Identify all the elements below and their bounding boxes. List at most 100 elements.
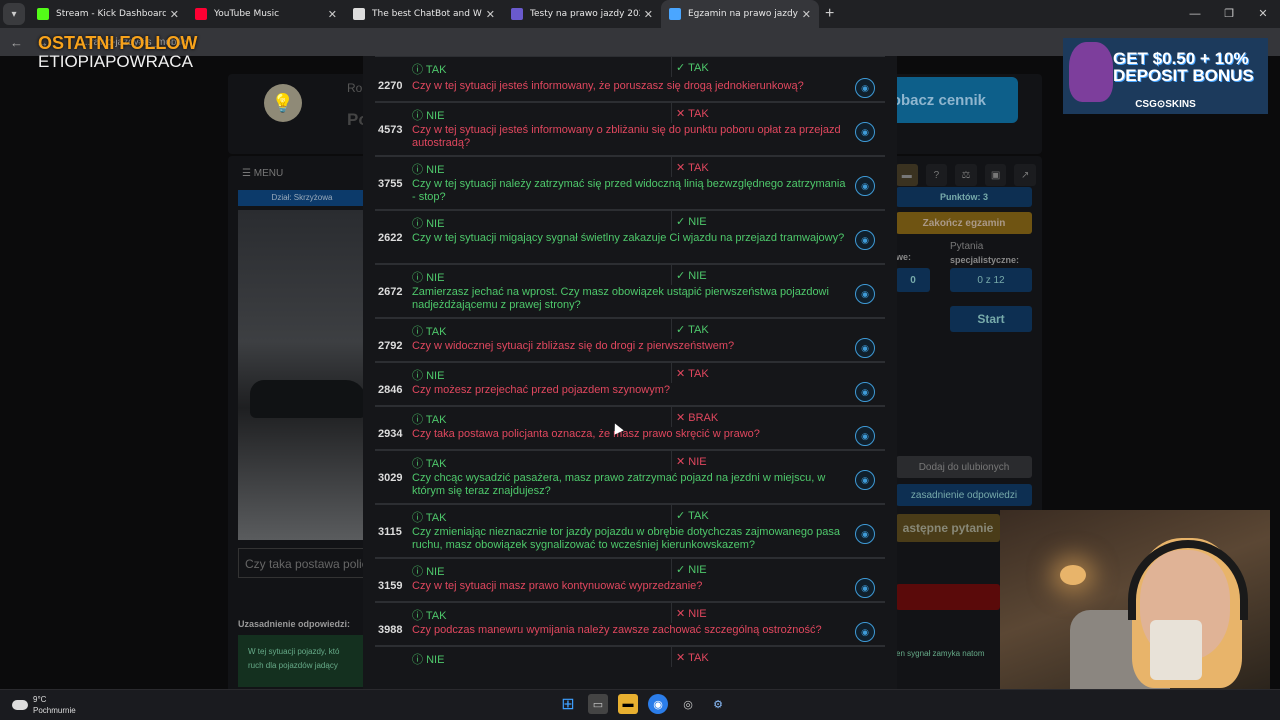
obs-icon[interactable]: ◎ <box>678 694 698 714</box>
minimize-button[interactable]: — <box>1178 0 1212 28</box>
divider <box>671 57 672 77</box>
divider <box>671 407 672 427</box>
correct-answer: ✓ TAK <box>676 510 709 522</box>
tab-title: Testy na prawo jazdy 2025 - Ofi <box>530 9 640 19</box>
view-question-icon[interactable]: ◉ <box>855 426 875 446</box>
help-icon[interactable]: ? <box>925 164 948 186</box>
view-question-icon[interactable]: ◉ <box>855 338 875 358</box>
steam-icon[interactable]: ⚙ <box>708 694 728 714</box>
back-icon[interactable]: ← <box>10 35 26 50</box>
restore-button[interactable]: ❐ <box>1212 0 1246 28</box>
answer-line: ⓘ NIE ✕ TAK <box>375 646 885 667</box>
divider <box>671 451 672 471</box>
chrome-icon[interactable]: ◉ <box>648 694 668 714</box>
question-id: 2672 <box>378 286 403 298</box>
taskbar: 9°C Pochmurnie ⊞ ▭ ▬ ◉ ◎ ⚙ <box>0 689 1280 720</box>
view-question-icon[interactable]: ◉ <box>855 78 875 98</box>
view-question-icon[interactable]: ◉ <box>855 284 875 304</box>
explanation-button[interactable]: zasadnienie odpowiedzi <box>896 484 1032 506</box>
view-question-icon[interactable]: ◉ <box>855 622 875 642</box>
question-text: Czy w tej sytuacji masz prawo kontynuowa… <box>412 580 703 592</box>
task-view-icon[interactable]: ▭ <box>588 694 608 714</box>
start-button[interactable]: Start <box>950 306 1032 332</box>
question-text: Czy zmieniając nieznacznie tor jazdy poj… <box>412 526 841 551</box>
result-row: 2792 Czy w widocznej sytuacji zbliżasz s… <box>375 338 885 362</box>
divider <box>671 319 672 339</box>
weather-widget[interactable]: 9°C Pochmurnie <box>12 694 76 716</box>
result-row: 3115 Czy zmieniając nieznacznie tor jazd… <box>375 524 885 558</box>
close-tab-icon[interactable]: ✕ <box>486 8 495 21</box>
given-answer: ⓘ NIE <box>412 110 445 122</box>
answer-line: ⓘ NIE ✕ TAK <box>375 102 885 123</box>
menu-button[interactable]: ☰ MENU <box>242 168 283 179</box>
close-window-button[interactable]: ✕ <box>1246 0 1280 28</box>
end-exam-button[interactable]: Zakończ egzamin <box>896 212 1032 234</box>
new-tab-button[interactable]: + <box>825 5 834 23</box>
browser-tab[interactable]: Testy na prawo jazdy 2025 - Ofi ✕ <box>503 0 661 28</box>
tab-search-button[interactable]: ▾ <box>3 3 25 25</box>
header-top-text: Ro <box>347 81 363 95</box>
question-id: 2270 <box>378 80 403 92</box>
menu-label: MENU <box>253 168 284 179</box>
browser-tab[interactable]: Stream - Kick Dashboard ✕ <box>29 0 187 28</box>
ad-text: GET $0.50 + 10% DEPOSIT BONUS <box>1113 49 1254 85</box>
tab-list: Stream - Kick Dashboard ✕ YouTube Music … <box>29 0 819 28</box>
chart-icon[interactable]: ↗ <box>1014 164 1036 186</box>
question-text: Czy w tej sytuacji jesteś informowany, ż… <box>412 80 804 92</box>
result-row: 4573 Czy w tej sytuacji jesteś informowa… <box>375 122 885 156</box>
view-question-icon[interactable]: ◉ <box>855 230 875 250</box>
browser-tab[interactable]: The best ChatBot and Widgets ✕ <box>345 0 503 28</box>
question-text: Czy w tej sytuacji migający sygnał świet… <box>412 232 845 244</box>
add-favorites-button[interactable]: Dodaj do ulubionych <box>896 456 1032 478</box>
kick-icon <box>37 8 49 20</box>
divider <box>671 505 672 525</box>
question-id: 4573 <box>378 124 403 136</box>
question-text: Czy możesz przejechać przed pojazdem szy… <box>412 384 670 396</box>
close-tab-icon[interactable]: ✕ <box>328 8 337 21</box>
correct-answer: ✕ BRAK <box>676 412 719 424</box>
cennik-button[interactable]: obacz cennik <box>878 77 1018 123</box>
view-question-icon[interactable]: ◉ <box>855 578 875 598</box>
sponsor-ad[interactable]: GET $0.50 + 10% DEPOSIT BONUS CSG⊙SKINS <box>1063 38 1268 114</box>
answer-line: ⓘ TAK ✓ TAK <box>375 504 885 525</box>
view-question-icon[interactable]: ◉ <box>855 122 875 142</box>
view-question-icon[interactable]: ◉ <box>855 470 875 490</box>
car-shape <box>250 380 366 418</box>
view-question-icon[interactable]: ◉ <box>855 382 875 402</box>
divider <box>671 265 672 285</box>
save-icon[interactable]: ▣ <box>984 164 1007 186</box>
correct-answer: ✓ TAK <box>676 324 709 336</box>
question-text: Czy w tej sytuacji jesteś informowany o … <box>412 124 841 149</box>
question-text: Czy chcąc wysadzić pasażera, masz prawo … <box>412 472 826 497</box>
close-tab-icon[interactable]: ✕ <box>170 8 179 21</box>
given-answer: ⓘ TAK <box>412 610 447 622</box>
youtube-music-icon <box>195 8 207 20</box>
file-explorer-icon[interactable]: ▬ <box>618 694 638 714</box>
view-question-icon[interactable]: ◉ <box>855 524 875 544</box>
result-row: 2846 Czy możesz przejechać przed pojazde… <box>375 382 885 406</box>
close-tab-icon[interactable]: ✕ <box>802 8 811 21</box>
close-tab-icon[interactable]: ✕ <box>644 8 653 21</box>
browser-tab[interactable]: Egzamin na prawo jazdy kat B ✕ <box>661 0 819 28</box>
explanation-box: W tej sytuacji pojazdy, któ ruch dla poj… <box>238 635 366 687</box>
result-row: 3029 Czy chcąc wysadzić pasażera, masz p… <box>375 470 885 504</box>
given-answer: ⓘ NIE <box>412 566 445 578</box>
question-input[interactable]: Czy taka postawa polic <box>238 548 366 578</box>
uzasadnienie-label: Uzasadnienie odpowiedzi: <box>238 619 351 629</box>
question-id: 2792 <box>378 340 403 352</box>
windows-start-icon[interactable]: ⊞ <box>558 694 578 714</box>
cloud-icon <box>12 700 28 710</box>
browser-tab[interactable]: YouTube Music ✕ <box>187 0 345 28</box>
exam-toolbar: ▬ ? ⚖ ▣ ↗ <box>896 163 1036 187</box>
red-bar <box>896 584 1000 610</box>
points-badge: Punktów: 3 <box>896 187 1032 207</box>
answer-line: ⓘ NIE ✓ NIE <box>375 210 885 231</box>
flag-icon[interactable]: ▬ <box>896 164 918 186</box>
left-count-label: we: <box>896 252 912 262</box>
correct-answer: ✕ TAK <box>676 108 709 120</box>
next-question-button[interactable]: astępne pytanie <box>896 514 1000 542</box>
result-row: 3755 Czy w tej sytuacji należy zatrzymać… <box>375 176 885 210</box>
result-row: 2270 Czy w tej sytuacji jesteś informowa… <box>375 78 885 102</box>
scale-icon[interactable]: ⚖ <box>955 164 977 186</box>
view-question-icon[interactable]: ◉ <box>855 176 875 196</box>
